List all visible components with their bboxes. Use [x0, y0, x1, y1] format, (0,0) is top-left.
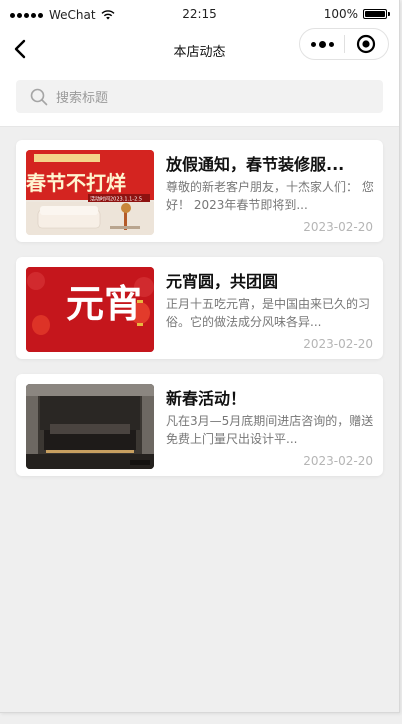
- app-frame: WeChat 22:15 100% 本店动态 搜索标题 春节不打烊 活动时间20…: [0, 0, 400, 713]
- battery-status: 100%: [323, 7, 390, 21]
- search-area: 搜索标题: [0, 68, 399, 127]
- spring-festival-banner-image: 春节不打烊 活动时间2023.1.1-2.5: [26, 150, 154, 235]
- news-title: 放假通知，春节装修服...: [166, 155, 345, 174]
- news-summary: 凡在3月—5月底期间进店咨询的，赠送免费上门量尺出设计平...: [166, 414, 374, 446]
- news-summary: 尊敬的新老客户朋友，十杰家人们： 您好！ 2023年春节即将到...: [166, 180, 374, 212]
- news-date: 2023-02-20: [303, 220, 373, 234]
- news-card[interactable]: 元宵 元宵圆，共团圆 正月十五吃元宵，是中国由来已久的习俗。它的做法成分风味各异…: [16, 257, 383, 359]
- bedroom-interior-image: [26, 384, 154, 469]
- news-date: 2023-02-20: [303, 337, 373, 351]
- status-bar: WeChat 22:15 100%: [0, 0, 399, 30]
- close-mini-program-button[interactable]: [345, 29, 388, 59]
- news-card[interactable]: 新春活动！ 凡在3月—5月底期间进店咨询的，赠送免费上门量尺出设计平... 20…: [16, 374, 383, 476]
- news-date: 2023-02-20: [303, 454, 373, 468]
- news-title: 元宵圆，共团圆: [166, 272, 279, 291]
- news-thumbnail: 春节不打烊 活动时间2023.1.1-2.5: [26, 150, 154, 235]
- news-thumbnail: 元宵: [26, 267, 154, 352]
- news-list: 春节不打烊 活动时间2023.1.1-2.5 放假通知，春节装修服... 尊敬的…: [16, 140, 383, 491]
- news-title: 新春活动！: [166, 389, 247, 408]
- more-button[interactable]: [300, 29, 344, 59]
- battery-percent: 100%: [323, 7, 358, 21]
- target-icon: [357, 34, 376, 54]
- battery-icon: [363, 9, 390, 19]
- mini-program-capsule: [299, 28, 389, 60]
- news-card[interactable]: 春节不打烊 活动时间2023.1.1-2.5 放假通知，春节装修服... 尊敬的…: [16, 140, 383, 242]
- banner-headline: 春节不打烊: [26, 171, 126, 195]
- news-thumbnail: [26, 384, 154, 469]
- search-input[interactable]: 搜索标题: [16, 80, 383, 113]
- banner-caption: 活动时间2023.1.1-2.5: [90, 196, 142, 203]
- news-summary: 正月十五吃元宵，是中国由来已久的习俗。它的做法成分风味各异...: [166, 297, 371, 329]
- lantern-headline: 元宵: [66, 281, 142, 326]
- search-placeholder: 搜索标题: [56, 91, 109, 106]
- search-icon: [30, 88, 48, 105]
- lantern-festival-image: 元宵: [26, 267, 154, 352]
- nav-bar: 本店动态: [0, 28, 399, 68]
